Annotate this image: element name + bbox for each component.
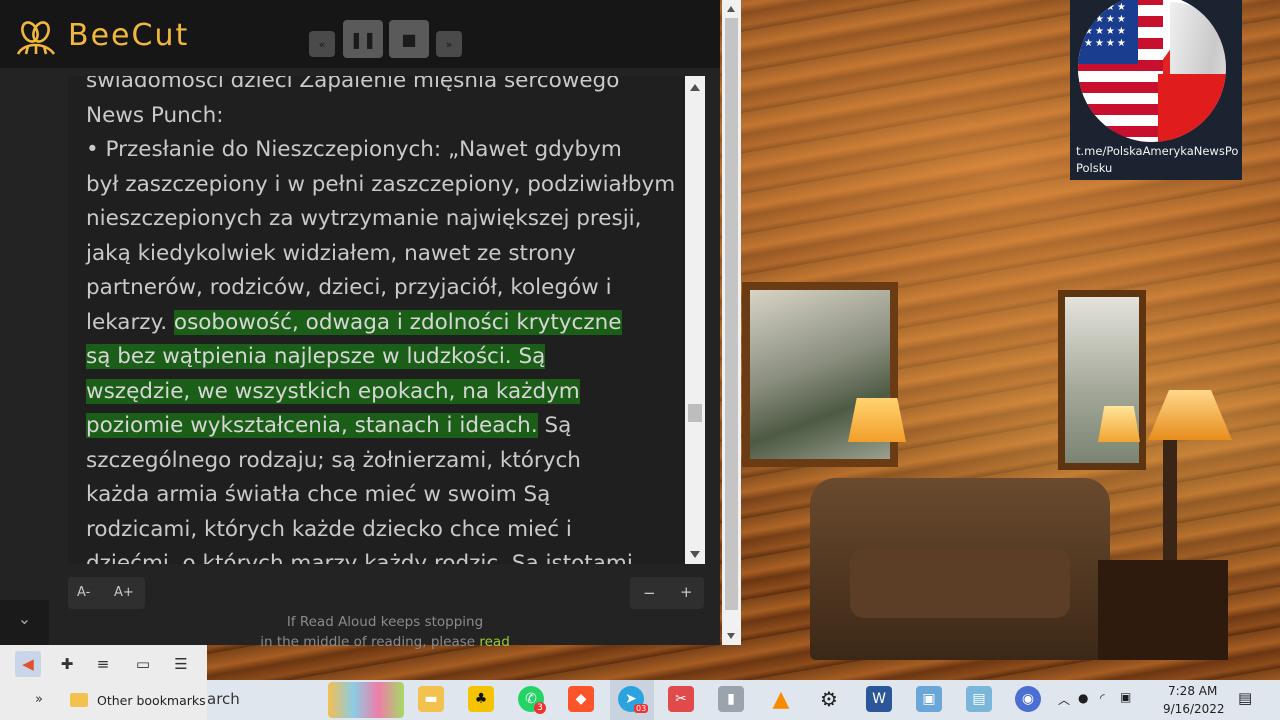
notifications-icon[interactable]: ▤ bbox=[1238, 689, 1252, 707]
reading-text-area[interactable]: świadomości dzieci Zapalenie mięśnia ser… bbox=[68, 76, 705, 564]
text-scrollbar[interactable] bbox=[685, 76, 705, 564]
scroll-down-icon[interactable] bbox=[727, 633, 735, 639]
whatsapp-badge: 3 bbox=[534, 702, 546, 714]
text-line: dziećmi, o których marzy każdy rodzic. S… bbox=[86, 551, 633, 564]
side-table bbox=[1098, 560, 1228, 660]
brave-browser-icon[interactable]: ◆ bbox=[568, 686, 594, 712]
text-line: News Punch: bbox=[86, 102, 224, 128]
text-line: poziomie wykształcenia, stanach i ideach… bbox=[86, 409, 676, 444]
search-highlight-icon[interactable] bbox=[328, 682, 404, 718]
panel-scrollbar[interactable] bbox=[722, 0, 741, 645]
clock-date[interactable]: 9/16/2022 bbox=[1163, 702, 1225, 716]
decrease-font-button[interactable]: A- bbox=[77, 585, 90, 600]
read-link[interactable]: read bbox=[479, 634, 509, 650]
picture-viewer-icon[interactable]: ▣ bbox=[916, 686, 942, 712]
text-span: Są bbox=[544, 413, 572, 438]
bee-app-icon[interactable]: ♣ bbox=[468, 686, 494, 712]
text-line: świadomości dzieci Zapalenie mięśnia ser… bbox=[86, 76, 620, 93]
lamp-shade bbox=[1098, 406, 1140, 442]
text-line: nieszczepionych za wytrzymanie największ… bbox=[86, 206, 642, 231]
channel-url: t.me/PolskaAmerykaNewsPo Polsku bbox=[1076, 143, 1244, 177]
url-line: t.me/PolskaAmerykaNewsPo bbox=[1076, 144, 1239, 158]
text-line: partnerów, rodziców, dzieci, przyjaciół,… bbox=[86, 275, 612, 300]
scroll-up-icon[interactable] bbox=[727, 6, 735, 12]
forward-button[interactable]: » bbox=[436, 31, 462, 57]
folder-icon bbox=[70, 693, 88, 707]
taskbar-search[interactable]: arch bbox=[207, 690, 240, 708]
more-bookmarks-icon[interactable]: » bbox=[35, 692, 43, 707]
microphone-icon[interactable]: ▮ bbox=[718, 686, 744, 712]
rewind-button[interactable]: « bbox=[309, 31, 335, 57]
wallet-icon[interactable]: ▭ bbox=[130, 651, 156, 677]
text-line: wszędzie, we wszystkich epokach, na każd… bbox=[86, 375, 676, 410]
increase-font-button[interactable]: A+ bbox=[114, 585, 134, 600]
lamp-shade bbox=[848, 398, 906, 442]
bee-logo-icon bbox=[16, 21, 56, 55]
extensions-puzzle-icon[interactable]: ✚ bbox=[54, 651, 80, 677]
notepad-icon[interactable]: ▤ bbox=[966, 686, 992, 712]
text-line: jaką kiedykolwiek widziałem, nawet ze st… bbox=[86, 240, 576, 266]
cabin-window-right bbox=[1058, 290, 1146, 470]
text-line: są bez wątpienia najlepsze w ludzkości. … bbox=[86, 340, 676, 375]
word-icon[interactable]: W bbox=[866, 686, 892, 712]
usa-poland-flag-icon: ★★★★ ★★★★ ★★★★ ★★★★ bbox=[1078, 0, 1226, 142]
file-explorer-icon[interactable]: ▬ bbox=[418, 686, 444, 712]
text-line: każda armia światła chce mieć w swoim Są bbox=[86, 482, 551, 507]
text-line: był zaszczepiony i w pełni zaszczepiony,… bbox=[86, 171, 676, 197]
zoom-in-button[interactable]: + bbox=[680, 583, 693, 601]
menu-icon[interactable]: ☰ bbox=[168, 651, 194, 677]
wifi-icon[interactable]: ◜ bbox=[1100, 691, 1105, 705]
expand-chevron-icon[interactable]: ⌄ bbox=[0, 600, 49, 645]
tray-expand-icon[interactable]: ︿ bbox=[1058, 691, 1070, 708]
scroll-thumb[interactable] bbox=[688, 404, 702, 422]
url-line: Polsku bbox=[1076, 161, 1113, 175]
network-icon[interactable]: ● bbox=[1078, 691, 1088, 705]
usa-canton: ★★★★ ★★★★ ★★★★ ★★★★ bbox=[1078, 0, 1138, 64]
channel-watermark: ★★★★ ★★★★ ★★★★ ★★★★ t.me/PolskaAmerykaNe… bbox=[1070, 0, 1242, 180]
clock-time[interactable]: 7:28 AM bbox=[1168, 684, 1217, 698]
reading-list-icon[interactable]: ≡ bbox=[90, 651, 116, 677]
read-aloud-panel: BeeCut « ❚❚ ■ » świadomości dzieci Zapal… bbox=[0, 0, 720, 650]
poland-red bbox=[1158, 74, 1226, 142]
lamp-stand bbox=[1163, 440, 1177, 560]
help-hint: If Read Aloud keeps stopping in the midd… bbox=[220, 612, 550, 652]
pause-button[interactable]: ❚❚ bbox=[343, 20, 383, 58]
telegram-badge: 03 bbox=[634, 704, 649, 713]
hint-text: in the middle of reading, please bbox=[260, 634, 476, 650]
text-line: szczególnego rodzaju; są żołnierzami, kt… bbox=[86, 447, 581, 473]
reading-text: świadomości dzieci Zapalenie mięśnia ser… bbox=[86, 76, 676, 564]
zoom-controls: − + bbox=[630, 577, 704, 609]
vlc-icon[interactable]: ▲ bbox=[768, 686, 794, 712]
scroll-thumb[interactable] bbox=[725, 18, 738, 610]
leather-sofa bbox=[810, 478, 1110, 660]
stars-icon: ★★★★ ★★★★ ★★★★ ★★★★ bbox=[1084, 2, 1128, 49]
app-circle-icon[interactable]: ◉ bbox=[1015, 686, 1041, 712]
screen-recorder-icon[interactable]: ✂ bbox=[668, 686, 694, 712]
read-aloud-extension-icon[interactable]: ◀ bbox=[15, 651, 41, 677]
text-line: rodzicami, których każde dziecko chce mi… bbox=[86, 516, 572, 542]
scroll-up-icon[interactable] bbox=[690, 84, 700, 91]
hint-line: If Read Aloud keeps stopping bbox=[286, 614, 484, 630]
settings-gear-icon[interactable]: ⚙ bbox=[816, 686, 842, 712]
text-line: • Przesłanie do Nieszczepionych: „Nawet … bbox=[86, 137, 622, 162]
font-size-controls: A- A+ bbox=[68, 577, 145, 609]
brand-name: BeeCut bbox=[68, 18, 190, 53]
text-line: lekarzy. osobowość, odwaga i zdolności k… bbox=[86, 306, 676, 341]
stop-button[interactable]: ■ bbox=[389, 20, 429, 58]
bookmarks-bar: » Other bookmarks bbox=[0, 682, 207, 720]
scroll-down-icon[interactable] bbox=[690, 551, 700, 558]
display-icon[interactable]: ▣ bbox=[1120, 690, 1131, 704]
highlighted-sentence: osobowość, odwaga i zdolności krytyczne bbox=[173, 309, 622, 335]
other-bookmarks-folder[interactable]: Other bookmarks bbox=[97, 693, 206, 708]
hint-line: in the middle of reading, please read bbox=[220, 632, 550, 652]
highlighted-sentence: są bez wątpienia najlepsze w ludzkości. … bbox=[86, 344, 546, 369]
highlighted-sentence: wszędzie, we wszystkich epokach, na każd… bbox=[86, 378, 580, 404]
text-span: lekarzy. bbox=[86, 309, 168, 335]
zoom-out-button[interactable]: − bbox=[643, 584, 656, 602]
highlighted-sentence: poziomie wykształcenia, stanach i ideach… bbox=[86, 413, 538, 438]
